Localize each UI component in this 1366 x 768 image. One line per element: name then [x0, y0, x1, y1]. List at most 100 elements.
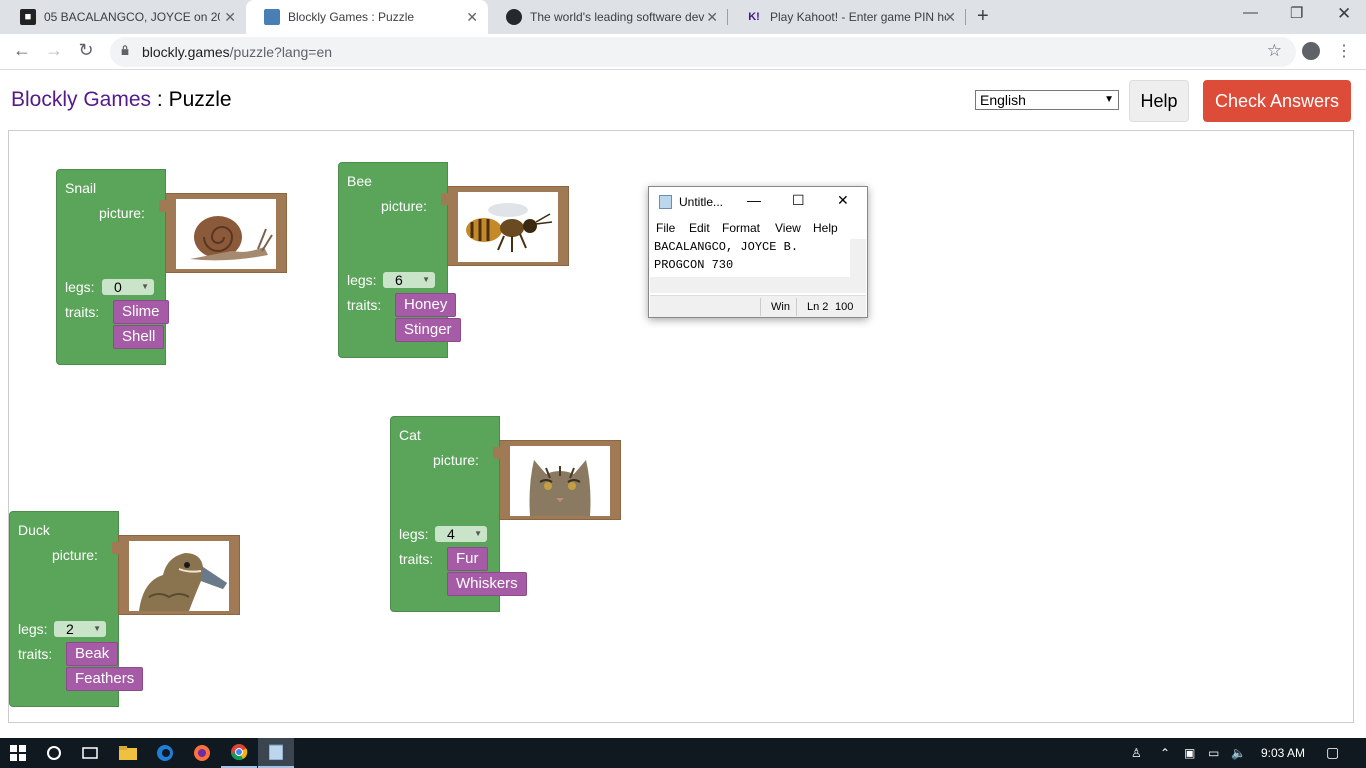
legs-dropdown[interactable]: 4 ▼	[435, 526, 487, 542]
brand-link[interactable]: Blockly Games	[11, 88, 151, 111]
windows-start-icon[interactable]	[0, 738, 36, 768]
notifications-icon[interactable]: ▢	[1326, 744, 1339, 761]
menu-view[interactable]: View	[775, 221, 801, 235]
picture-block[interactable]	[441, 186, 569, 266]
text-line: PROGCON 730	[654, 258, 734, 272]
picture-block[interactable]	[493, 440, 621, 520]
file-explorer-icon[interactable]	[110, 738, 146, 768]
animal-name: Bee	[347, 173, 372, 189]
traits-label: traits:	[18, 646, 53, 662]
browser-toolbar: ← → ↻ blockly.games/puzzle?lang=en ☆ ⋮	[0, 34, 1366, 70]
picture-block[interactable]	[159, 193, 287, 273]
traits-label: traits:	[347, 297, 382, 313]
taskbar: ♙ ⌃ ▣ ▭ 🔈 9:03 AM ▢	[0, 738, 1366, 768]
close-icon[interactable]: ✕	[837, 192, 849, 209]
bookmark-star-icon[interactable]: ☆	[1267, 41, 1282, 61]
traits-label: traits:	[399, 551, 434, 567]
notepad-taskbar-icon[interactable]	[258, 738, 294, 768]
animal-name: Snail	[65, 180, 97, 196]
trait-block[interactable]: Whiskers	[447, 572, 527, 596]
tab-kahoot[interactable]: K! Play Kahoot! - Enter game PIN he ✕	[728, 0, 966, 34]
trait-block[interactable]: Slime	[113, 300, 169, 324]
dropdown-arrow-icon: ▼	[422, 275, 430, 284]
trait-block[interactable]: Fur	[447, 547, 488, 571]
menu-format[interactable]: Format	[722, 221, 760, 235]
status-divider	[796, 298, 797, 316]
legs-dropdown[interactable]: 6 ▼	[383, 272, 435, 288]
check-answers-button[interactable]: Check Answers	[1203, 80, 1351, 122]
firefox-icon[interactable]	[184, 738, 220, 768]
picture-connector	[441, 193, 448, 205]
menu-file[interactable]: File	[656, 221, 675, 235]
picture-block[interactable]	[112, 535, 240, 615]
reload-icon[interactable]: ↻	[74, 40, 98, 61]
security-icon[interactable]: ▣	[1184, 746, 1195, 760]
edge-icon[interactable]	[147, 738, 183, 768]
tab-blockly[interactable]: Blockly Games : Puzzle ✕	[246, 0, 488, 34]
notepad-window[interactable]: Untitle... — ☐ ✕ File Edit Format View H…	[648, 186, 868, 318]
legs-label: legs:	[18, 621, 48, 637]
notepad-icon	[659, 195, 672, 209]
puzzle-title: Puzzle	[168, 88, 232, 111]
legs-dropdown[interactable]: 0 ▼	[102, 279, 154, 295]
legs-label: legs:	[399, 526, 429, 542]
title-separator: :	[151, 88, 169, 111]
search-circle-icon[interactable]	[36, 738, 72, 768]
page-title: Blockly Games : Puzzle	[11, 88, 232, 112]
kahoot-icon: K!	[748, 11, 760, 23]
trait-block[interactable]: Shell	[113, 325, 165, 349]
picture-label: picture:	[433, 452, 479, 468]
close-window-icon[interactable]: ✕	[1337, 4, 1351, 24]
text-line: BACALANGCO, JOYCE B.	[654, 240, 799, 254]
close-icon[interactable]: ✕	[224, 9, 236, 26]
dropdown-arrow-icon: ▼	[141, 282, 149, 291]
address-bar[interactable]: blockly.games/puzzle?lang=en ☆	[110, 37, 1296, 67]
close-icon[interactable]: ✕	[944, 9, 956, 26]
maximize-icon[interactable]: ☐	[792, 192, 805, 209]
trait-block[interactable]: Beak	[66, 642, 119, 666]
picture-connector	[112, 542, 119, 554]
close-icon[interactable]: ✕	[466, 9, 478, 26]
minimize-icon[interactable]: —	[747, 192, 761, 208]
traits-label: traits:	[65, 304, 100, 320]
menu-edit[interactable]: Edit	[689, 221, 710, 235]
menu-help[interactable]: Help	[813, 221, 838, 235]
profile-icon[interactable]	[1302, 42, 1320, 60]
snail-picture	[176, 199, 276, 269]
minimize-icon[interactable]: —	[1243, 4, 1258, 21]
new-tab-icon[interactable]: +	[977, 5, 989, 28]
chevron-up-icon[interactable]: ⌃	[1160, 746, 1170, 760]
tab-classroom[interactable]: ■ 05 BACALANGCO, JOYCE on 2019 ✕	[2, 0, 246, 34]
network-icon[interactable]: ▭	[1208, 746, 1219, 760]
animal-name: Cat	[399, 427, 421, 443]
trait-block[interactable]: Feathers	[66, 667, 144, 691]
status-position: Ln 2	[807, 301, 829, 313]
cat-picture	[510, 446, 610, 516]
tab-title: Blockly Games : Puzzle	[288, 10, 415, 24]
trait-block[interactable]: Honey	[395, 293, 457, 317]
forward-icon[interactable]: →	[42, 40, 66, 61]
picture-connector	[493, 447, 500, 459]
legs-dropdown[interactable]: 2 ▼	[54, 621, 106, 637]
menu-dots-icon[interactable]: ⋮	[1336, 41, 1352, 61]
help-button[interactable]: Help	[1129, 80, 1189, 122]
horizontal-scrollbar[interactable]	[650, 277, 866, 293]
volume-icon[interactable]: 🔈	[1231, 746, 1246, 760]
duck-picture	[129, 541, 229, 611]
classroom-icon: ■	[20, 9, 36, 25]
tab-title: 05 BACALANGCO, JOYCE on 2019	[44, 10, 220, 24]
animal-name: Duck	[18, 522, 50, 538]
chrome-icon[interactable]	[221, 738, 257, 768]
close-icon[interactable]: ✕	[706, 9, 718, 26]
back-icon[interactable]: ←	[10, 40, 34, 61]
task-view-icon[interactable]	[72, 738, 108, 768]
vertical-scrollbar[interactable]	[850, 239, 866, 277]
clock[interactable]: 9:03 AM	[1261, 746, 1305, 760]
people-icon[interactable]: ♙	[1131, 746, 1142, 760]
notepad-statusbar: Win Ln 2 100	[650, 295, 866, 317]
notepad-titlebar[interactable]: Untitle... — ☐ ✕	[649, 187, 867, 217]
language-select[interactable]: English ▼	[975, 90, 1119, 110]
tab-github[interactable]: The world's leading software dev ✕	[488, 0, 728, 34]
trait-block[interactable]: Stinger	[395, 318, 461, 342]
restore-icon[interactable]: ❐	[1290, 4, 1303, 22]
